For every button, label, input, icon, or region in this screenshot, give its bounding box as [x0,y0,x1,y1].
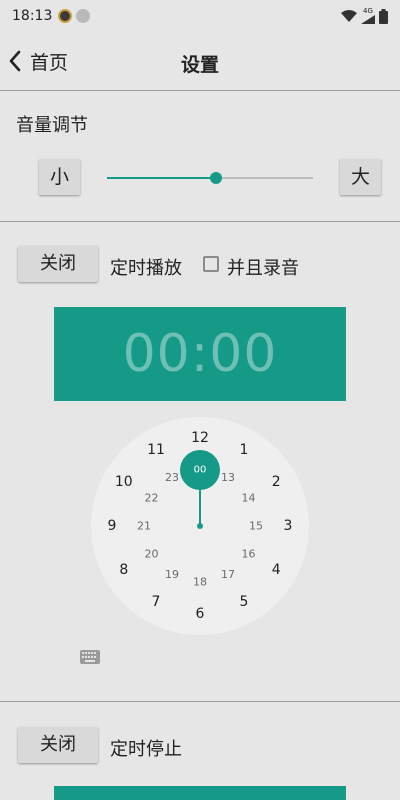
clock-number-inner: 15 [249,520,263,533]
clock-number-inner: 16 [241,548,255,561]
clock-number-inner: 17 [221,568,235,581]
wifi-icon [341,9,357,22]
clock-number-outer: 6 [196,606,205,622]
volume-down-label: 小 [49,166,69,188]
record-label: 并且录音 [227,258,299,279]
volume-up-label: 大 [350,166,370,188]
timer-stop-toggle-button[interactable]: 关闭 [18,727,98,763]
clock-number-outer: 7 [152,594,161,610]
timer-stop-toggle-label: 关闭 [40,734,76,755]
clock-center [197,523,203,529]
clock-number-outer: 11 [147,442,165,458]
time-picker-clock[interactable]: 121234567891011001314151617181920212223 [91,417,309,635]
clock-number-inner: 22 [145,492,159,505]
mobile-signal-icon: 4G [361,8,375,24]
clock-number-inner: 19 [165,568,179,581]
timer-play-toggle-label: 关闭 [40,253,76,274]
clock-number-outer: 9 [108,518,117,534]
clock-number-inner: 21 [137,520,151,533]
stop-time-display [54,786,346,800]
timer-play-label: 定时播放 [110,258,182,279]
app-bar: 首页 设置 [0,32,400,90]
clock-number-inner: 18 [193,576,207,589]
clock-number-inner: 14 [241,492,255,505]
status-right: 4G [341,8,388,24]
volume-slider-thumb[interactable] [210,172,223,184]
timer-play-toggle-button[interactable]: 关闭 [18,246,98,282]
volume-up-button[interactable]: 大 [340,159,381,195]
time-display-value: 00:00 [122,324,278,384]
keyboard-icon[interactable] [80,650,100,664]
clock-number-outer: 12 [191,430,209,446]
clock-number-outer: 10 [115,474,133,490]
clock-number-outer: 1 [240,442,249,458]
clock-number-outer: 4 [272,562,281,578]
clock-number-inner: 20 [145,548,159,561]
clock-number-inner: 23 [165,471,179,484]
divider [0,701,400,702]
battery-icon [379,8,388,24]
record-checkbox[interactable] [203,256,219,272]
time-display: 00:00 [54,307,346,401]
clock-number-selected: 00 [194,465,207,476]
volume-down-button[interactable]: 小 [39,159,80,195]
notification-app-icon [58,9,73,23]
volume-label: 音量调节 [16,115,88,136]
page-title: 设置 [180,54,219,76]
status-time: 18:13 [12,8,53,24]
notification-circle-icon [76,9,91,23]
status-bar: 18:13 4G [0,0,400,32]
clock-number-inner: 13 [221,471,235,484]
clock-number-outer: 2 [272,474,281,490]
clock-number-outer: 5 [240,594,249,610]
volume-slider[interactable] [107,172,313,184]
clock-number-outer: 8 [119,562,128,578]
clock-number-outer: 3 [284,518,293,534]
divider [0,221,400,222]
volume-slider-fill [107,177,217,179]
network-type-label: 4G [363,7,373,15]
divider [0,90,400,91]
timer-stop-label: 定时停止 [110,739,182,760]
